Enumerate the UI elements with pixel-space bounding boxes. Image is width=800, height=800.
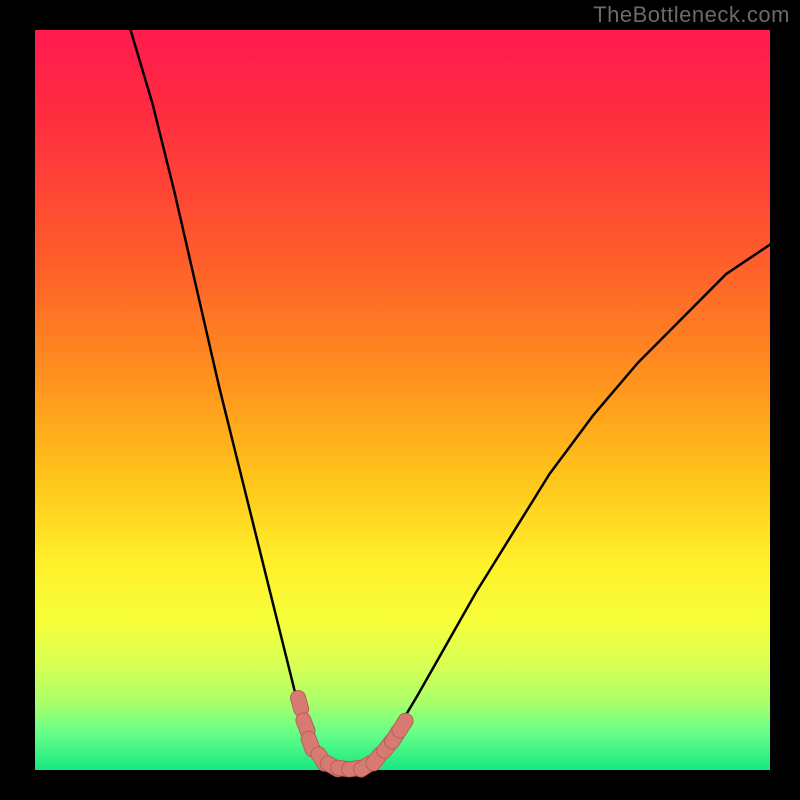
outer-frame: TheBottleneck.com <box>0 0 800 800</box>
bottleneck-chart <box>0 0 800 800</box>
gradient-background <box>35 30 770 770</box>
